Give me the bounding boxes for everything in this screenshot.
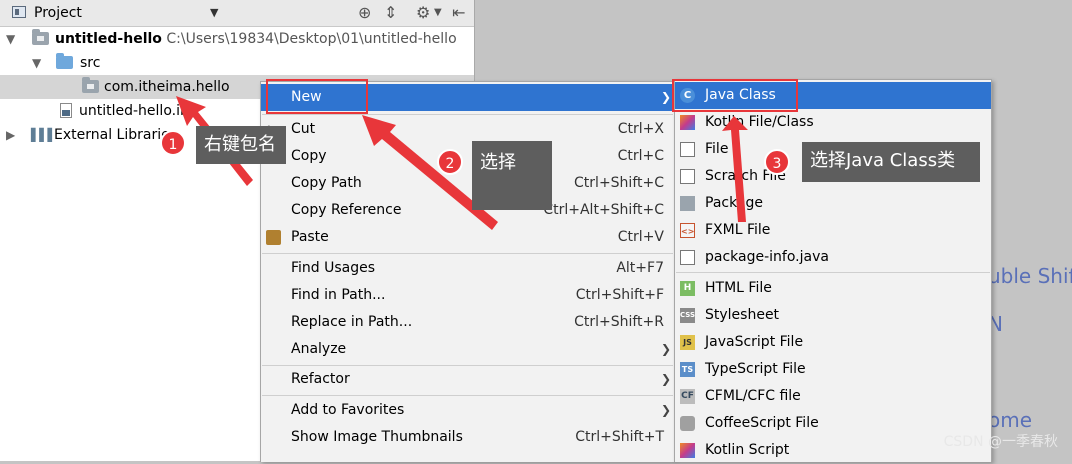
scratch-file-icon: [680, 169, 695, 184]
menu-item-copy-reference[interactable]: Copy Reference Ctrl+Alt+Shift+C: [261, 197, 674, 224]
chevron-right-icon: ❯: [660, 342, 671, 356]
chevron-right-icon: ❯: [660, 90, 671, 104]
kotlin-icon: [680, 115, 695, 130]
root-path: C:\Users\19834\Desktop\01\untitled-hello: [166, 31, 457, 47]
menu-item-find-usages[interactable]: Find Usages Alt+F7: [261, 255, 674, 282]
hint-search-everywhere: uble Shif: [988, 264, 1072, 288]
menu-item-cut[interactable]: ✂ Cut Ctrl+X: [261, 116, 674, 143]
submenu-item-html-file[interactable]: H HTML File: [675, 275, 991, 302]
hint-home: ome: [988, 408, 1033, 432]
annotation-box-java-class: [672, 79, 798, 112]
menu-item-copy-path[interactable]: Copy Path Ctrl+Shift+C: [261, 170, 674, 197]
source-folder-icon: [56, 53, 73, 69]
iml-label: untitled-hello.iml: [79, 103, 198, 119]
project-title[interactable]: Project: [34, 5, 82, 21]
chevron-right-icon: ❯: [660, 372, 671, 386]
chevron-right-icon[interactable]: ▶: [6, 123, 15, 147]
root-name: untitled-hello: [55, 31, 162, 47]
step-badge-1: 1: [160, 130, 186, 156]
hide-panel-icon[interactable]: ⇤: [452, 4, 465, 22]
kotlin-script-icon: [680, 443, 695, 458]
css-icon: CSS: [680, 308, 695, 323]
watermark: CSDN @一季春秋: [943, 434, 1058, 450]
module-file-icon: [60, 103, 72, 118]
context-menu: New ❯ ✂ Cut Ctrl+X Copy Ctrl+C Copy Path…: [260, 81, 675, 462]
project-view-icon: [12, 6, 26, 18]
gear-icon[interactable]: ⚙: [416, 4, 430, 22]
typescript-icon: TS: [680, 362, 695, 377]
menu-item-analyze[interactable]: Analyze ❯: [261, 336, 674, 363]
menu-separator: [262, 114, 673, 115]
javascript-icon: JS: [680, 335, 695, 350]
collapse-all-icon[interactable]: ⇕: [384, 4, 397, 22]
submenu-item-fxml-file[interactable]: <> FXML File: [675, 217, 991, 244]
package-icon: [82, 77, 99, 93]
project-header: Project ▼ ⊕ ⇕ ⚙ ▼ ⇤: [0, 0, 474, 27]
chevron-down-icon[interactable]: ▼: [434, 4, 442, 22]
external-libraries-label: External Libraries: [54, 127, 177, 143]
module-folder-icon: [32, 29, 49, 45]
html-icon: H: [680, 281, 695, 296]
submenu-item-javascript-file[interactable]: JS JavaScript File: [675, 329, 991, 356]
java-file-icon: [680, 250, 695, 265]
submenu-item-typescript-file[interactable]: TS TypeScript File: [675, 356, 991, 383]
submenu-item-kotlin-file-class[interactable]: Kotlin File/Class: [675, 109, 991, 136]
tree-item-root[interactable]: ▼ untitled-hello C:\Users\19834\Desktop\…: [0, 27, 474, 51]
menu-separator: [262, 253, 673, 254]
step-badge-3: 3: [764, 149, 790, 175]
callout-step3: 选择Java Class类: [802, 142, 980, 182]
src-label: src: [80, 55, 101, 71]
chevron-down-icon[interactable]: ▼: [32, 51, 41, 75]
file-icon: [680, 142, 695, 157]
submenu-item-package[interactable]: Package: [675, 190, 991, 217]
tree-item-src[interactable]: ▼ src: [0, 51, 474, 75]
menu-item-add-to-favorites[interactable]: Add to Favorites ❯: [261, 397, 674, 424]
menu-item-copy[interactable]: Copy Ctrl+C: [261, 143, 674, 170]
menu-separator: [676, 272, 990, 273]
callout-step1: 右键包名: [196, 126, 286, 164]
menu-item-show-image-thumbnails[interactable]: Show Image Thumbnails Ctrl+Shift+T: [261, 424, 674, 451]
menu-item-find-in-path[interactable]: Find in Path... Ctrl+Shift+F: [261, 282, 674, 309]
chevron-down-icon[interactable]: ▼: [210, 6, 218, 19]
cfml-icon: CF: [680, 389, 695, 404]
step-badge-2: 2: [437, 149, 463, 175]
submenu-item-package-info[interactable]: package-info.java: [675, 244, 991, 271]
menu-separator: [262, 395, 673, 396]
menu-item-replace-in-path[interactable]: Replace in Path... Ctrl+Shift+R: [261, 309, 674, 336]
chevron-right-icon: ❯: [660, 403, 671, 417]
new-submenu: C Java Class Kotlin File/Class File Scra…: [674, 79, 992, 462]
coffeescript-icon: [680, 416, 695, 431]
locate-icon[interactable]: ⊕: [358, 4, 371, 22]
annotation-box-new: [266, 79, 368, 114]
fxml-icon: <>: [680, 223, 695, 238]
menu-item-paste[interactable]: Paste Ctrl+V: [261, 224, 674, 251]
libraries-icon: ▌▌▌: [31, 128, 57, 142]
clipboard-icon: [266, 230, 281, 245]
submenu-item-cfml-cfc-file[interactable]: CF CFML/CFC file: [675, 383, 991, 410]
package-icon: [680, 196, 695, 211]
submenu-item-stylesheet[interactable]: CSS Stylesheet: [675, 302, 991, 329]
chevron-down-icon[interactable]: ▼: [6, 27, 15, 51]
package-label: com.itheima.hello: [104, 79, 230, 95]
menu-item-refactor[interactable]: Refactor ❯: [261, 366, 674, 393]
callout-step2: 选择: [472, 141, 552, 210]
